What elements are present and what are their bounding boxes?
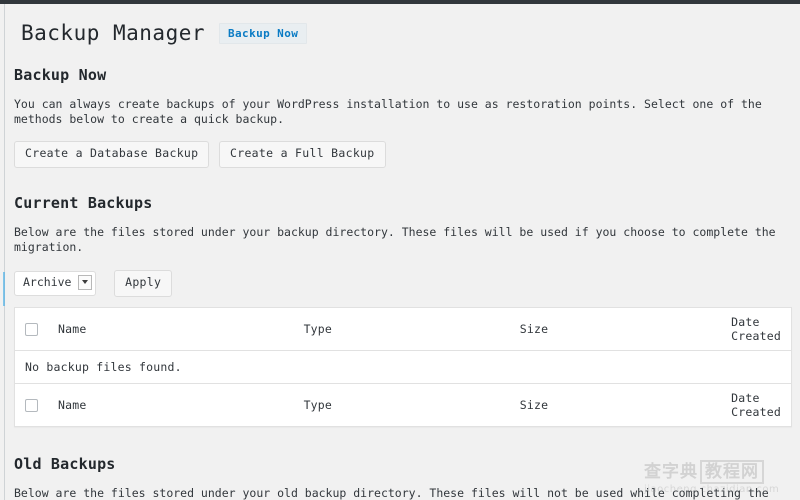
select-all-checkbox[interactable]	[25, 322, 38, 336]
current-backups-bulk-action-value: Archive	[23, 274, 72, 289]
backup-now-description: You can always create backups of your Wo…	[14, 97, 762, 127]
current-backups-apply-button[interactable]: Apply	[114, 269, 173, 297]
column-header-size[interactable]: Size	[509, 307, 722, 351]
column-footer-size[interactable]: Size	[509, 382, 722, 427]
no-backup-files-message: No backup files found.	[25, 359, 182, 374]
backup-now-actions: Create a Database Backup Create a Full B…	[14, 141, 792, 168]
current-backups-description: Below are the files stored under your ba…	[14, 224, 776, 254]
backup-now-heading: Backup Now	[14, 66, 107, 85]
page-title: Backup Manager	[21, 21, 206, 45]
old-backups-description: Below are the files stored under your ol…	[14, 485, 769, 500]
chevron-down-icon[interactable]	[78, 274, 93, 290]
left-gutter-accent-mark	[3, 272, 5, 306]
section-old-backups: Old Backups Below are the files stored u…	[14, 455, 792, 500]
create-database-backup-button[interactable]: Create a Database Backup	[14, 141, 210, 168]
current-backups-table-foot: Name Type Size Date Created	[14, 382, 792, 427]
left-gutter-line	[4, 4, 5, 500]
column-header-type[interactable]: Type	[293, 307, 510, 351]
column-header-date-created[interactable]: Date Created	[721, 307, 792, 351]
current-backups-bulk-action-select[interactable]: Archive	[14, 270, 97, 296]
table-footer-row: Name Type Size Date Created	[14, 382, 792, 427]
table-header-row: Name Type Size Date Created	[14, 307, 792, 351]
select-all-header-cell[interactable]	[14, 307, 48, 351]
column-footer-type[interactable]: Type	[293, 382, 510, 427]
section-current-backups: Current Backups Below are the files stor…	[14, 194, 792, 427]
current-backups-table-body: No backup files found.	[15, 350, 792, 383]
current-backups-heading: Current Backups	[14, 193, 153, 212]
create-full-backup-button[interactable]: Create a Full Backup	[219, 141, 386, 168]
current-backups-toolbar: Archive Apply	[14, 269, 792, 297]
column-footer-date-created[interactable]: Date Created	[721, 382, 792, 427]
table-empty-row: No backup files found.	[15, 350, 792, 383]
column-footer-name[interactable]: Name	[48, 382, 294, 427]
section-backup-now: Backup Now You can always create backups…	[14, 66, 792, 168]
title-badge-backup-now[interactable]: Backup Now	[219, 23, 308, 45]
current-backups-table: Name Type Size Date Created No backup fi…	[14, 306, 792, 427]
page-header: Backup Manager Backup Now	[14, 4, 792, 46]
select-all-checkbox-footer[interactable]	[25, 398, 38, 412]
select-all-footer-cell[interactable]	[14, 382, 48, 427]
old-backups-heading: Old Backups	[14, 454, 116, 473]
admin-page-wrap: Backup Manager Backup Now Backup Now You …	[6, 4, 800, 500]
column-header-name[interactable]: Name	[48, 307, 294, 351]
current-backups-table-head: Name Type Size Date Created	[14, 307, 792, 351]
